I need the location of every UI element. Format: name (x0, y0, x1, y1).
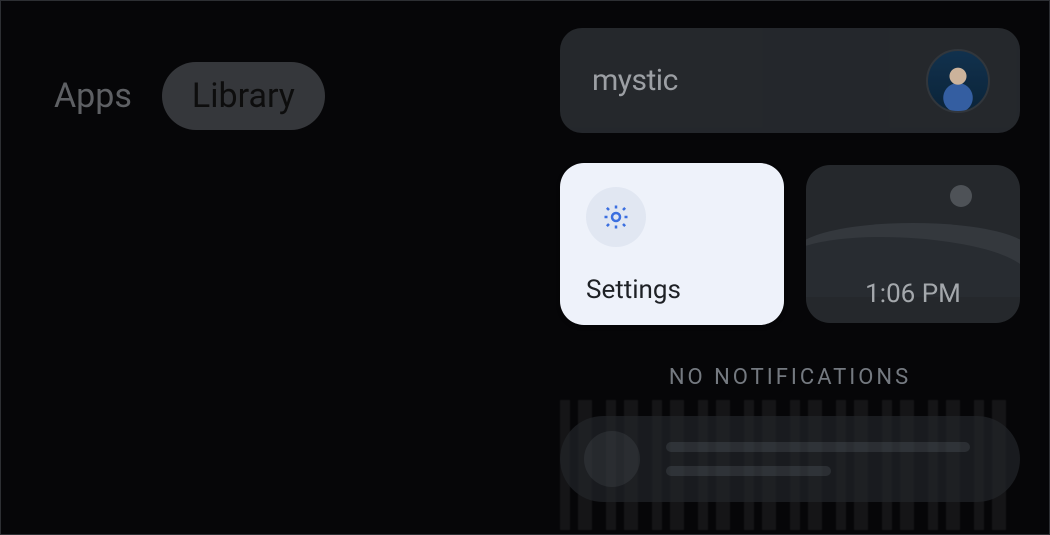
avatar[interactable] (926, 49, 990, 113)
moon-icon (950, 185, 972, 207)
settings-label: Settings (586, 275, 758, 305)
right-panel: mystic Settings 1:06 PM NO NOTIFICATIONS (560, 28, 1020, 502)
clock-scene (806, 165, 1020, 275)
device-card[interactable]: mystic (560, 28, 1020, 133)
clock-time-label: 1:06 PM (806, 279, 1020, 309)
no-notifications-label: NO NOTIFICATIONS (560, 365, 1020, 390)
tab-library[interactable]: Library (162, 62, 325, 130)
notification-placeholder-lines (666, 442, 996, 476)
device-name-label: mystic (592, 63, 678, 98)
notification-placeholder-icon (584, 431, 640, 487)
placeholder-line (666, 466, 831, 476)
gear-icon (586, 187, 646, 247)
notification-placeholder (560, 416, 1020, 502)
tab-apps[interactable]: Apps (54, 76, 132, 116)
top-tabs: Apps Library (54, 62, 325, 130)
placeholder-line (666, 442, 970, 452)
clock-card[interactable]: 1:06 PM (806, 165, 1020, 323)
settings-card[interactable]: Settings (560, 163, 784, 325)
cards-row: Settings 1:06 PM (560, 163, 1020, 325)
